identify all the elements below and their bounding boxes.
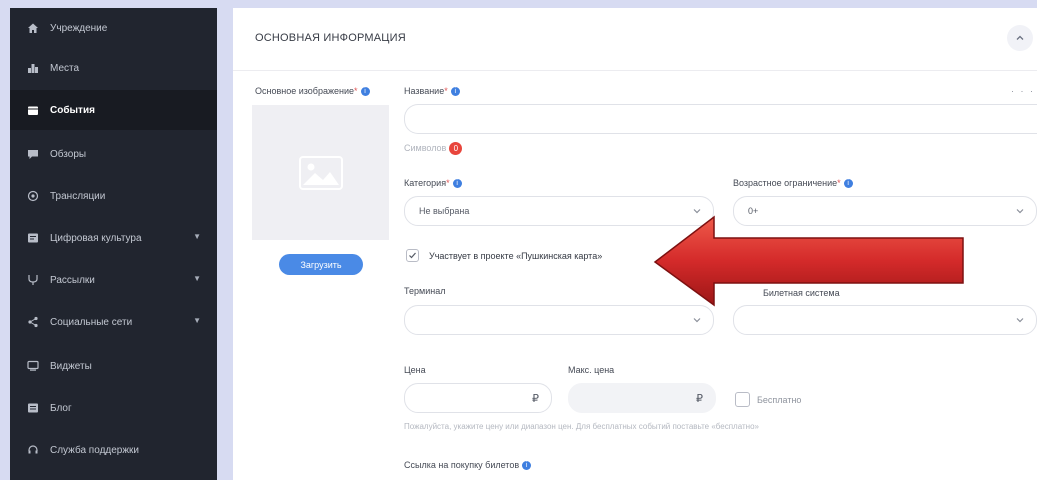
more-options-icon[interactable]: · · · xyxy=(1011,86,1035,96)
sidebar-item-places[interactable]: Места xyxy=(10,48,217,88)
name-label-row: Название* i xyxy=(404,86,460,97)
sidebar-item-label: Блог xyxy=(50,402,72,414)
category-label-row: Категория* i xyxy=(404,178,462,189)
chevron-down-icon xyxy=(693,318,701,323)
sidebar-item-broadcasts[interactable]: Трансляции xyxy=(10,176,217,216)
ticket-system-label: Билетная система xyxy=(763,288,840,298)
sidebar-item-label: Рассылки xyxy=(50,274,95,286)
sidebar-item-digital-culture[interactable]: Цифровая культура ▼ xyxy=(10,218,217,258)
price-input[interactable]: ₽ xyxy=(404,383,552,413)
broadcast-icon xyxy=(26,189,40,203)
chevron-down-icon: ▼ xyxy=(193,316,201,325)
ticket-link-label: Ссылка на покупку билетов xyxy=(404,460,520,470)
name-label: Название xyxy=(404,86,445,96)
terminal-select[interactable] xyxy=(404,305,714,335)
sidebar-item-mailings[interactable]: Рассылки ▼ xyxy=(10,260,217,300)
max-price-label: Макс. цена xyxy=(568,365,615,375)
sidebar-item-social-networks[interactable]: Социальные сети ▼ xyxy=(10,302,217,342)
image-icon xyxy=(298,155,343,190)
price-label: Цена xyxy=(404,365,426,375)
chevron-down-icon xyxy=(693,209,701,214)
sidebar-item-label: Обзоры xyxy=(50,148,87,160)
section-header: ОСНОВНАЯ ИНФОРМАЦИЯ xyxy=(233,8,1037,71)
sidebar-item-label: Виджеты xyxy=(50,360,92,372)
sidebar-item-events[interactable]: События xyxy=(10,90,217,130)
symbols-label: Символов xyxy=(404,142,447,153)
sidebar-item-reviews[interactable]: Обзоры xyxy=(10,134,217,174)
check-icon xyxy=(409,252,416,259)
category-select[interactable]: Не выбрана xyxy=(404,196,714,226)
age-label: Возрастное ограничение xyxy=(733,178,838,188)
age-label-row: Возрастное ограничение* i xyxy=(733,178,853,189)
chevron-down-icon: ▼ xyxy=(193,274,201,283)
age-select[interactable]: 0+ xyxy=(733,196,1037,226)
section-title: ОСНОВНАЯ ИНФОРМАЦИЯ xyxy=(255,32,406,44)
sidebar-item-blog[interactable]: Блог xyxy=(10,388,217,428)
support-icon xyxy=(26,443,40,457)
image-placeholder[interactable] xyxy=(252,105,389,240)
chevron-down-icon xyxy=(1016,209,1024,214)
sidebar-item-support[interactable]: Служба поддержки xyxy=(10,430,217,470)
sidebar-item-widgets[interactable]: Виджеты xyxy=(10,346,217,386)
main-panel: ОСНОВНАЯ ИНФОРМАЦИЯ Основное изображение… xyxy=(233,8,1037,480)
home-icon xyxy=(26,21,40,35)
price-hint: Пожалуйста, укажите цену или диапазон це… xyxy=(404,422,759,431)
category-value: Не выбрана xyxy=(419,206,470,216)
max-price-input[interactable]: ₽ xyxy=(568,383,716,413)
info-icon: i xyxy=(360,87,370,97)
collapse-button[interactable] xyxy=(1007,25,1033,51)
sidebar-item-label: Трансляции xyxy=(50,190,106,202)
blog-icon xyxy=(26,401,40,415)
places-icon xyxy=(26,61,40,75)
pushkin-card-checkbox[interactable] xyxy=(406,249,419,262)
sidebar-item-label: Социальные сети xyxy=(50,316,133,328)
terminal-label: Терминал xyxy=(404,286,446,296)
image-label: Основное изображение xyxy=(255,86,354,96)
digital-culture-icon xyxy=(26,231,40,245)
free-checkbox[interactable] xyxy=(735,392,750,407)
chevron-down-icon xyxy=(1016,318,1024,323)
symbols-count-badge: 0 xyxy=(449,142,463,155)
sidebar-item-institution[interactable]: Учреждение xyxy=(10,8,217,48)
symbols-counter-row: Символов 0 xyxy=(404,142,463,155)
sidebar-item-label: Служба поддержки xyxy=(50,444,140,456)
pushkin-card-label: Участвует в проекте «Пушкинская карта» xyxy=(429,251,603,261)
reviews-icon xyxy=(26,147,40,161)
sidebar: Учреждение Места События Обзоры Трансляц… xyxy=(10,8,217,480)
sidebar-item-label: Цифровая культура xyxy=(50,232,142,244)
sidebar-item-label: Учреждение xyxy=(50,22,108,34)
mailing-icon xyxy=(26,273,40,287)
info-icon: i xyxy=(452,179,462,189)
age-value: 0+ xyxy=(748,206,759,216)
sidebar-item-label: Места xyxy=(50,62,80,74)
info-icon: i xyxy=(450,87,460,97)
sidebar-item-label: События xyxy=(50,104,95,116)
upload-button[interactable]: Загрузить xyxy=(279,254,363,275)
ruble-icon: ₽ xyxy=(696,392,703,405)
widget-icon xyxy=(26,359,40,373)
chevron-down-icon: ▼ xyxy=(193,232,201,241)
name-input[interactable] xyxy=(404,104,1037,134)
free-label: Бесплатно xyxy=(757,395,802,405)
ticket-link-label-row: Ссылка на покупку билетов i xyxy=(404,460,532,471)
ruble-icon: ₽ xyxy=(532,392,539,405)
info-icon: i xyxy=(843,179,853,189)
category-label: Категория xyxy=(404,178,447,188)
chevron-up-icon xyxy=(1016,35,1024,40)
share-icon xyxy=(26,315,40,329)
events-icon xyxy=(26,103,40,117)
image-label-row: Основное изображение* i xyxy=(255,86,370,97)
ticket-system-select[interactable] xyxy=(733,305,1037,335)
info-icon: i xyxy=(522,461,532,471)
